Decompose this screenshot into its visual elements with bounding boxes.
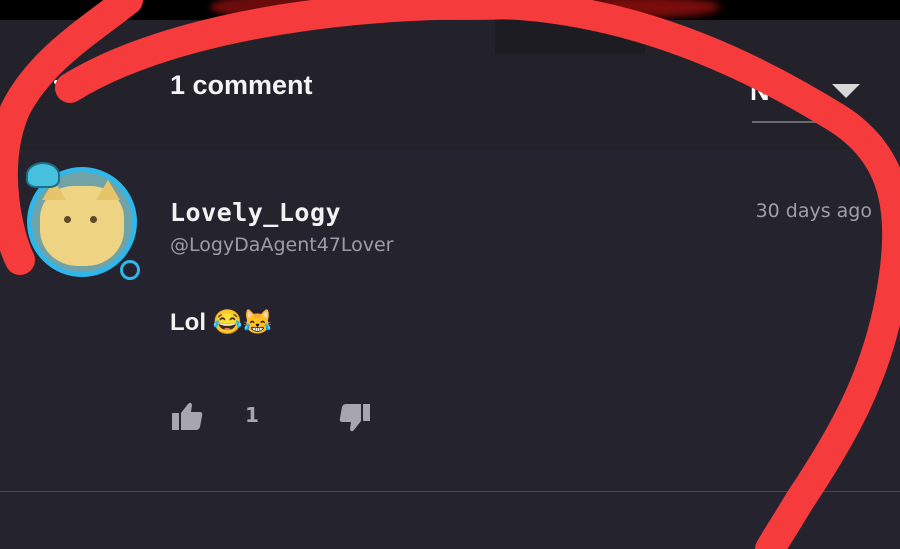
cat-eye-right (90, 216, 97, 223)
avatar-frame-swirl (120, 260, 140, 280)
back-chevron-icon (54, 80, 76, 93)
more-vert-icon (850, 402, 856, 428)
sort-underline (752, 121, 830, 123)
avatar[interactable] (22, 162, 140, 280)
dislike-button[interactable] (336, 402, 372, 434)
like-button[interactable] (170, 400, 206, 432)
sort-dropdown[interactable]: N (750, 76, 860, 124)
thumbs-up-icon (172, 402, 203, 430)
like-count: 1 (245, 403, 259, 427)
comment-emojis: 😂😹 (212, 309, 273, 336)
comment-handle[interactable]: @LogyDaAgent47Lover (170, 234, 394, 256)
comment-timestamp: 30 days ago (755, 200, 872, 222)
jellyfish-decoration-icon (26, 162, 60, 188)
comment-username[interactable]: Lovely_Logy (170, 198, 341, 227)
sort-label: N (750, 76, 770, 106)
header-shadow (495, 20, 645, 54)
comments-count-title: 1 comment (170, 70, 313, 100)
more-options-button[interactable] (846, 400, 860, 430)
comment-divider (0, 491, 900, 492)
sort-caret-icon (832, 84, 860, 98)
back-button[interactable] (50, 72, 80, 102)
video-top-strip (0, 0, 900, 20)
thumbs-down-icon (339, 404, 370, 432)
comment-text: Lol (170, 309, 206, 336)
cat-ear-right (96, 180, 120, 200)
comment-body: Lol 😂😹 (170, 308, 272, 337)
cat-eye-left (64, 216, 71, 223)
